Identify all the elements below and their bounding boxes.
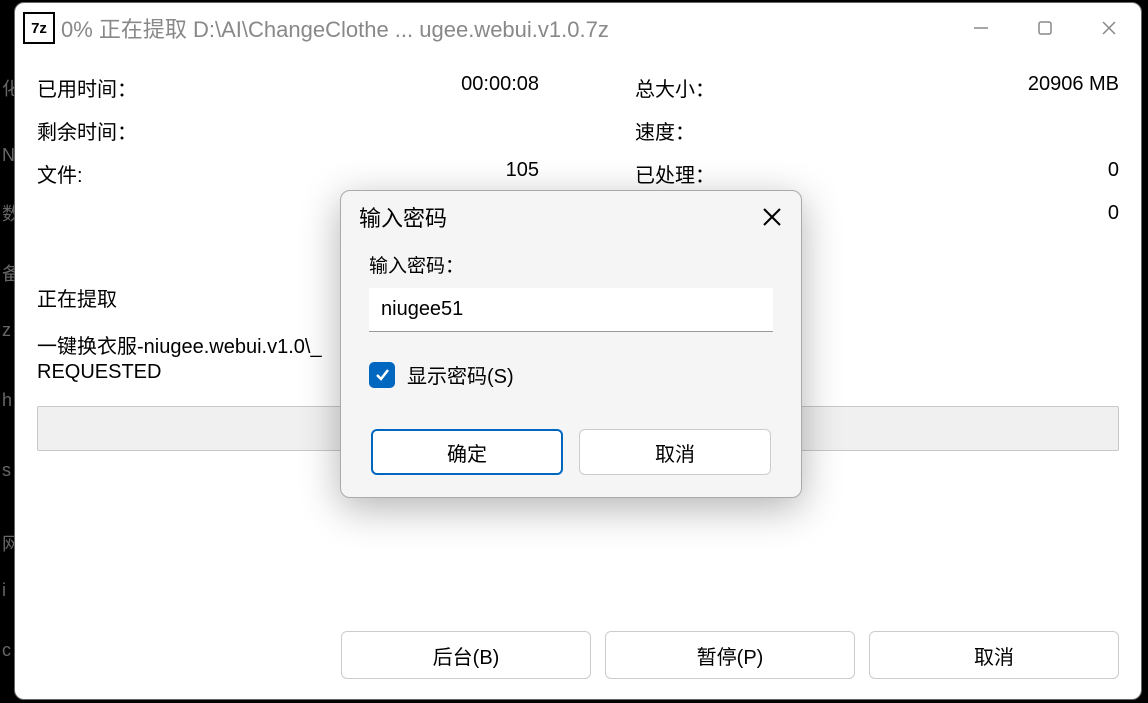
processed-value: 0 — [715, 159, 1119, 188]
dialog-titlebar: 输入密码 — [341, 191, 801, 243]
dialog-close-button[interactable] — [757, 202, 787, 232]
window-controls — [949, 3, 1141, 53]
show-password-label: 显示密码(S) — [407, 360, 514, 389]
password-label: 输入密码： — [369, 251, 773, 278]
bottom-buttons: 后台(B) 暂停(P) 取消 — [341, 631, 1119, 679]
bg-partial: s — [2, 460, 11, 481]
speed-value — [695, 116, 1119, 145]
elapsed-label: 已用时间： — [37, 73, 137, 102]
remaining-label: 剩余时间： — [37, 116, 137, 145]
bg-partial: c — [2, 640, 11, 661]
files-label: 文件: — [37, 159, 83, 188]
window-title: 0% 正在提取 D:\AI\ChangeClothe ... ugee.webu… — [61, 12, 949, 44]
speed-label: 速度： — [635, 116, 695, 145]
password-input[interactable] — [369, 288, 773, 332]
background-button[interactable]: 后台(B) — [341, 631, 591, 679]
dialog-title: 输入密码 — [359, 201, 757, 233]
dialog-buttons: 确定 取消 — [369, 429, 773, 475]
app-icon: 7z — [23, 12, 55, 44]
bg-partial: h — [2, 390, 12, 411]
show-password-checkbox[interactable] — [369, 362, 395, 388]
processed-label: 已处理： — [635, 159, 715, 188]
minimize-button[interactable] — [949, 3, 1013, 53]
dialog-cancel-button[interactable]: 取消 — [579, 429, 771, 475]
close-button[interactable] — [1077, 3, 1141, 53]
maximize-button[interactable] — [1013, 3, 1077, 53]
ok-button[interactable]: 确定 — [371, 429, 563, 475]
bg-partial: z — [2, 320, 11, 341]
remaining-value — [137, 116, 635, 145]
show-password-row[interactable]: 显示密码(S) — [369, 360, 773, 389]
password-dialog: 输入密码 输入密码： 显示密码(S) 确定 取消 — [340, 190, 802, 498]
pause-button[interactable]: 暂停(P) — [605, 631, 855, 679]
bg-partial: i — [2, 580, 6, 601]
elapsed-value: 00:00:08 — [137, 73, 635, 102]
files-value: 105 — [83, 159, 635, 188]
dialog-body: 输入密码： 显示密码(S) 确定 取消 — [341, 243, 801, 497]
total-value: 20906 MB — [715, 73, 1119, 102]
titlebar: 7z 0% 正在提取 D:\AI\ChangeClothe ... ugee.w… — [15, 3, 1141, 53]
total-label: 总大小： — [635, 73, 715, 102]
cancel-button[interactable]: 取消 — [869, 631, 1119, 679]
